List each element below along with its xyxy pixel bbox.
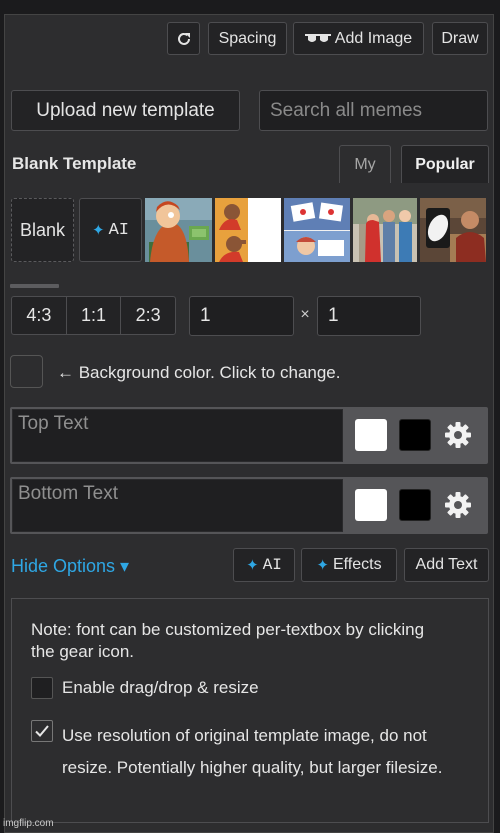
meme-thumbnail-shut-up-and-take-my-money[interactable] [145, 198, 212, 262]
ai-template-option[interactable]: ✦ AI [79, 198, 142, 262]
height-input[interactable] [317, 296, 421, 336]
add-image-label: Add Image [334, 29, 413, 47]
font-note: Note: font can be customized per-textbox… [31, 620, 425, 661]
upload-label: Upload new template [36, 99, 215, 121]
meme-thumbnail-drake[interactable] [215, 198, 281, 262]
ratio-4-3-button[interactable]: 4:3 [12, 297, 67, 334]
search-input[interactable] [259, 90, 488, 131]
bottom-text-fill-color[interactable] [355, 489, 387, 521]
fry-money-thumbnail-image [145, 198, 212, 262]
imgflip-watermark: imgflip.com [3, 818, 54, 829]
ai-button-label: AI [262, 556, 282, 574]
drake-thumbnail-image [215, 198, 281, 262]
top-text-input[interactable] [12, 409, 343, 462]
spacing-button[interactable]: Spacing [208, 22, 287, 55]
width-input[interactable] [189, 296, 294, 336]
top-text-fill-color[interactable] [355, 419, 387, 451]
bottom-text-outline-color[interactable] [399, 489, 431, 521]
ratio-2-3-label: 2:3 [135, 305, 161, 325]
tab-my[interactable]: My [339, 145, 391, 183]
add-text-button[interactable]: Add Text [404, 548, 489, 582]
ai-button[interactable]: ✦ AI [233, 548, 295, 582]
uno-draw-thumbnail-image [420, 198, 486, 262]
ratio-2-3-button[interactable]: 2:3 [121, 297, 175, 334]
times-sign: × [300, 306, 310, 323]
bottom-text-input[interactable] [12, 479, 343, 532]
spacing-label: Spacing [218, 29, 277, 47]
resolution-label: Use resolution of original template imag… [62, 726, 443, 777]
bottom-text-row [10, 477, 488, 534]
gear-icon[interactable] [443, 490, 473, 520]
tab-popular[interactable]: Popular [401, 145, 489, 183]
background-color-swatch[interactable] [10, 355, 43, 388]
tab-my-label: My [354, 155, 376, 173]
effects-label: Effects [332, 556, 382, 573]
reset-button[interactable] [167, 22, 200, 55]
draw-button[interactable]: Draw [432, 22, 488, 55]
meme-thumbnail-uno-draw-25[interactable] [420, 198, 486, 262]
ai-template-label: AI [108, 220, 129, 240]
meme-thumbnail-distracted-boyfriend[interactable] [353, 198, 417, 262]
effects-button[interactable]: ✦ Effects [301, 548, 397, 582]
ratio-1-1-button[interactable]: 1:1 [67, 297, 122, 334]
aspect-ratio-group: 4:3 1:1 2:3 [11, 296, 176, 335]
upload-template-button[interactable]: Upload new template [11, 90, 240, 131]
add-text-label: Add Text [415, 556, 478, 573]
thumbnail-scrollbar[interactable] [10, 284, 59, 288]
sparkle-icon: ✦ [92, 222, 105, 239]
meme-thumbnail-uno-reverse-card[interactable] [284, 198, 350, 262]
add-image-button[interactable]: Add Image [293, 22, 424, 55]
drag-resize-label: Enable drag/drop & resize [62, 678, 259, 697]
drag-resize-checkbox[interactable] [31, 677, 53, 699]
background-color-label: ← Background color. Click to change. [57, 363, 341, 382]
sparkle-icon: ✦ [246, 557, 259, 574]
checkmark-icon [35, 725, 49, 737]
blank-label: Blank [19, 219, 66, 240]
ratio-4-3-label: 4:3 [26, 305, 52, 325]
top-text-row [10, 407, 488, 464]
sunglasses-icon [304, 33, 331, 42]
hide-options-link[interactable]: Hide Options ▾ [11, 556, 129, 577]
gear-icon[interactable] [443, 420, 473, 450]
refresh-icon [177, 32, 190, 45]
tab-popular-label: Popular [415, 155, 475, 173]
top-text-outline-color[interactable] [399, 419, 431, 451]
card-meme-thumbnail-image [284, 198, 350, 262]
blank-template-option[interactable]: Blank [11, 198, 74, 262]
draw-label: Draw [441, 29, 479, 47]
sparkle-icon: ✦ [316, 557, 329, 574]
blank-template-title: Blank Template [12, 154, 137, 173]
distracted-boyfriend-thumbnail-image [353, 198, 417, 262]
ratio-1-1-label: 1:1 [80, 305, 107, 325]
resolution-checkbox[interactable] [31, 720, 53, 742]
